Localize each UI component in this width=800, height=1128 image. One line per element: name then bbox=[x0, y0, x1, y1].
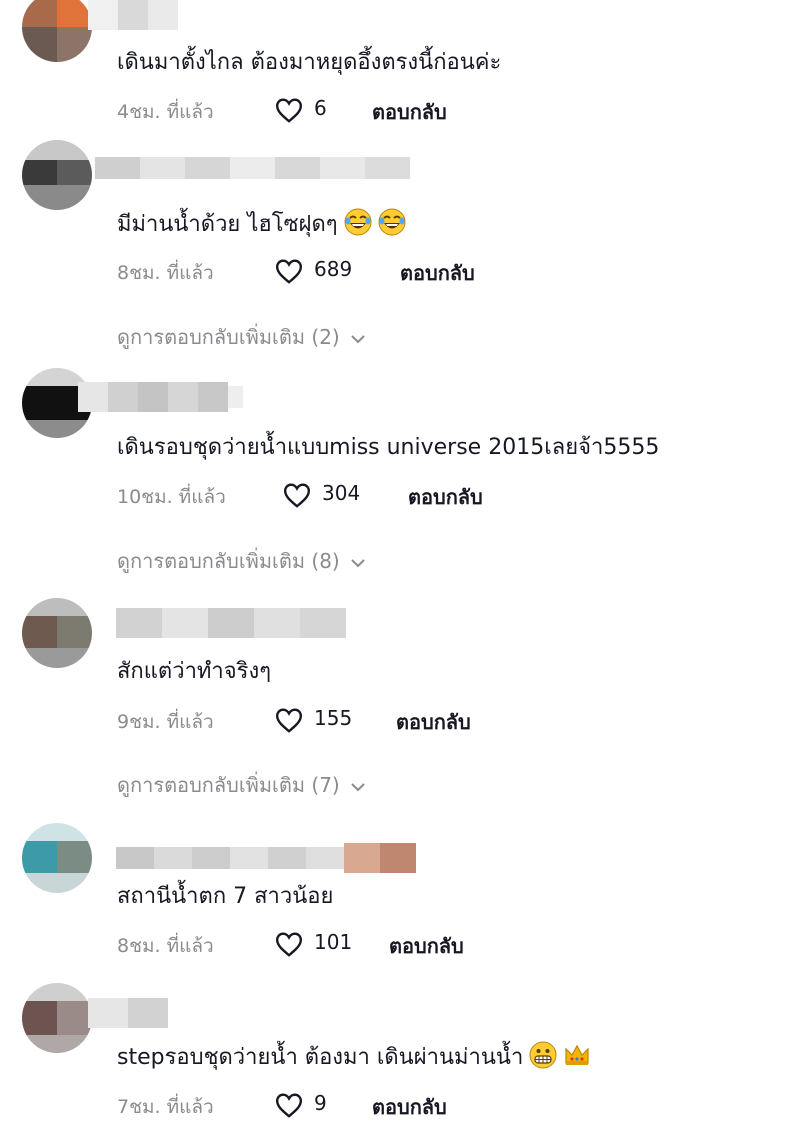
chevron-down-icon bbox=[351, 334, 365, 343]
heart-icon[interactable] bbox=[282, 482, 312, 508]
like-count: 155 bbox=[314, 706, 353, 730]
reply-button[interactable]: ตอบกลับ bbox=[408, 481, 483, 513]
avatar[interactable] bbox=[22, 823, 92, 893]
view-more-replies[interactable]: ดูการตอบกลับเพิ่มเติม (2) bbox=[117, 321, 366, 353]
blurred-username[interactable] bbox=[78, 382, 243, 412]
comment-time: 8ชม. ที่แล้ว bbox=[117, 935, 214, 957]
like-count: 6 bbox=[314, 96, 327, 120]
comment-text: stepรอบชุดว่ายน้ำ ต้องมา เดินผ่านม่านน้ำ bbox=[117, 1041, 591, 1073]
comment-text: เดินมาตั้งไกล ต้องมาหยุดอึ้งตรงนี้ก่อนค่… bbox=[117, 50, 502, 75]
chevron-down-icon bbox=[351, 558, 365, 567]
heart-icon[interactable] bbox=[274, 1092, 304, 1118]
chevron-down-icon bbox=[351, 782, 365, 791]
comment-time: 4ชม. ที่แล้ว bbox=[117, 101, 214, 123]
reply-button[interactable]: ตอบกลับ bbox=[372, 96, 447, 128]
reply-button[interactable]: ตอบกลับ bbox=[372, 1091, 447, 1123]
heart-icon[interactable] bbox=[274, 258, 304, 284]
comment-text-content: มีม่านน้ำด้วย ไฮโซฝุดๆ bbox=[117, 212, 338, 237]
laughing-tears-emoji bbox=[344, 208, 372, 236]
comment-time: 7ชม. ที่แล้ว bbox=[117, 1096, 214, 1118]
view-more-replies[interactable]: ดูการตอบกลับเพิ่มเติม (8) bbox=[117, 545, 366, 577]
avatar[interactable] bbox=[22, 140, 92, 210]
view-more-replies[interactable]: ดูการตอบกลับเพิ่มเติม (7) bbox=[117, 769, 366, 801]
heart-icon[interactable] bbox=[274, 707, 304, 733]
blurred-username[interactable] bbox=[116, 843, 416, 873]
grimacing-emoji bbox=[529, 1041, 557, 1069]
comment-time: 10ชม. ที่แล้ว bbox=[117, 486, 226, 508]
like-count: 101 bbox=[314, 930, 353, 954]
blurred-username[interactable] bbox=[116, 608, 346, 638]
blurred-username[interactable] bbox=[88, 998, 168, 1028]
comment-text: สถานีน้ำตก 7 สาวน้อย bbox=[117, 884, 334, 909]
crown-emoji bbox=[565, 1044, 589, 1065]
comment-text: มีม่านน้ำด้วย ไฮโซฝุดๆ bbox=[117, 208, 406, 240]
reply-button[interactable]: ตอบกลับ bbox=[400, 257, 475, 289]
avatar[interactable] bbox=[22, 598, 92, 668]
view-more-replies-label: ดูการตอบกลับเพิ่มเติม (2) bbox=[117, 325, 340, 349]
laughing-tears-emoji bbox=[378, 208, 406, 236]
avatar[interactable] bbox=[22, 983, 92, 1053]
comment-text-content: stepรอบชุดว่ายน้ำ ต้องมา เดินผ่านม่านน้ำ bbox=[117, 1045, 524, 1070]
view-more-replies-label: ดูการตอบกลับเพิ่มเติม (7) bbox=[117, 773, 340, 797]
view-more-replies-label: ดูการตอบกลับเพิ่มเติม (8) bbox=[117, 549, 340, 573]
blurred-username[interactable] bbox=[88, 0, 178, 30]
comment-time: 9ชม. ที่แล้ว bbox=[117, 711, 214, 733]
reply-button[interactable]: ตอบกลับ bbox=[389, 930, 464, 962]
like-count: 304 bbox=[322, 481, 361, 505]
comment-text: สักแต่ว่าทำจริงๆ bbox=[117, 659, 272, 684]
blurred-username[interactable] bbox=[95, 153, 410, 183]
avatar[interactable] bbox=[22, 0, 92, 62]
comment-text: เดินรอบชุดว่ายน้ำแบบmiss universe 2015เล… bbox=[117, 435, 660, 460]
like-count: 9 bbox=[314, 1091, 327, 1115]
heart-icon[interactable] bbox=[274, 931, 304, 957]
heart-icon[interactable] bbox=[274, 97, 304, 123]
comment-time: 8ชม. ที่แล้ว bbox=[117, 262, 214, 284]
reply-button[interactable]: ตอบกลับ bbox=[396, 706, 471, 738]
like-count: 689 bbox=[314, 257, 353, 281]
